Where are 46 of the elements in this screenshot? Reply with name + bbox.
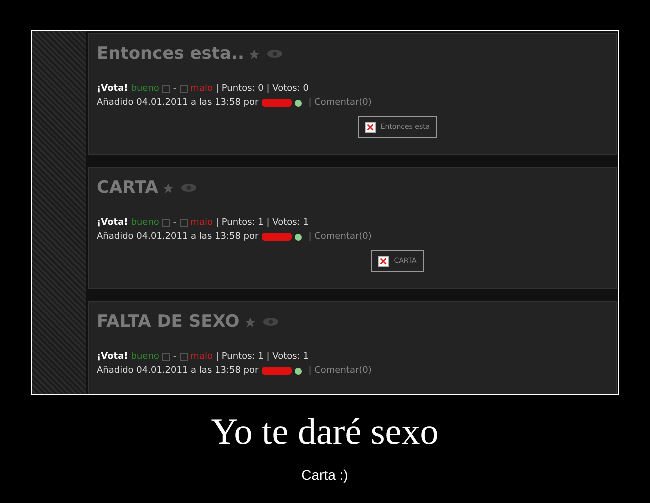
comment-link[interactable]: | Comentar(0) [308, 366, 372, 376]
vote-box-icon[interactable] [162, 85, 170, 93]
points-text: | Puntos: 0 | Votos: 0 [216, 84, 309, 94]
post-title[interactable]: FALTA DE SEXO [97, 312, 240, 332]
added-text: Añadido 04.01.2011 a las 13:58 por [97, 366, 259, 376]
separator: - [173, 218, 177, 228]
poster-subtitle: Carta :) [302, 467, 348, 483]
bad-vote-link[interactable]: malo [190, 218, 213, 228]
bad-vote-link[interactable]: malo [190, 352, 213, 362]
vote-label: ¡Vota! [97, 84, 128, 94]
vote-box-icon[interactable] [162, 353, 170, 361]
separator: - [173, 352, 177, 362]
vote-label: ¡Vota! [97, 218, 128, 228]
eye-icon[interactable] [267, 49, 284, 59]
star-icon[interactable] [249, 48, 260, 60]
comment-link[interactable]: | Comentar(0) [308, 98, 372, 108]
points-text: | Puntos: 1 | Votos: 1 [216, 218, 309, 228]
eye-icon[interactable] [181, 183, 198, 193]
points-text: | Puntos: 1 | Votos: 1 [216, 352, 309, 362]
status-dot-icon [294, 100, 302, 106]
eye-icon[interactable] [262, 317, 279, 327]
star-icon[interactable] [163, 182, 174, 194]
vote-label: ¡Vota! [97, 352, 128, 362]
broken-image-icon [364, 122, 376, 132]
star-icon[interactable] [244, 316, 256, 328]
poster-title: Yo te daré sexo [211, 411, 439, 455]
post-title[interactable]: Entonces esta.. [97, 44, 244, 64]
vote-box-icon[interactable] [180, 219, 188, 227]
vote-box-icon[interactable] [180, 353, 188, 361]
separator: - [173, 84, 177, 94]
redaction-mark [262, 233, 292, 241]
added-text: Añadido 04.01.2011 a las 13:58 por [97, 232, 259, 242]
redaction-mark [262, 99, 292, 107]
broken-image-icon [378, 256, 390, 266]
bad-vote-link[interactable]: malo [190, 84, 213, 94]
comment-link[interactable]: | Comentar(0) [308, 232, 372, 242]
redaction-mark [262, 367, 292, 375]
good-vote-link[interactable]: bueno [131, 84, 160, 94]
good-vote-link[interactable]: bueno [131, 218, 160, 228]
status-dot-icon [294, 368, 302, 374]
post-title[interactable]: CARTA [97, 178, 158, 198]
vote-box-icon[interactable] [162, 219, 170, 227]
vote-box-icon[interactable] [180, 85, 188, 93]
added-text: Añadido 04.01.2011 a las 13:58 por [97, 98, 259, 108]
status-dot-icon [294, 234, 302, 240]
good-vote-link[interactable]: bueno [131, 352, 160, 362]
